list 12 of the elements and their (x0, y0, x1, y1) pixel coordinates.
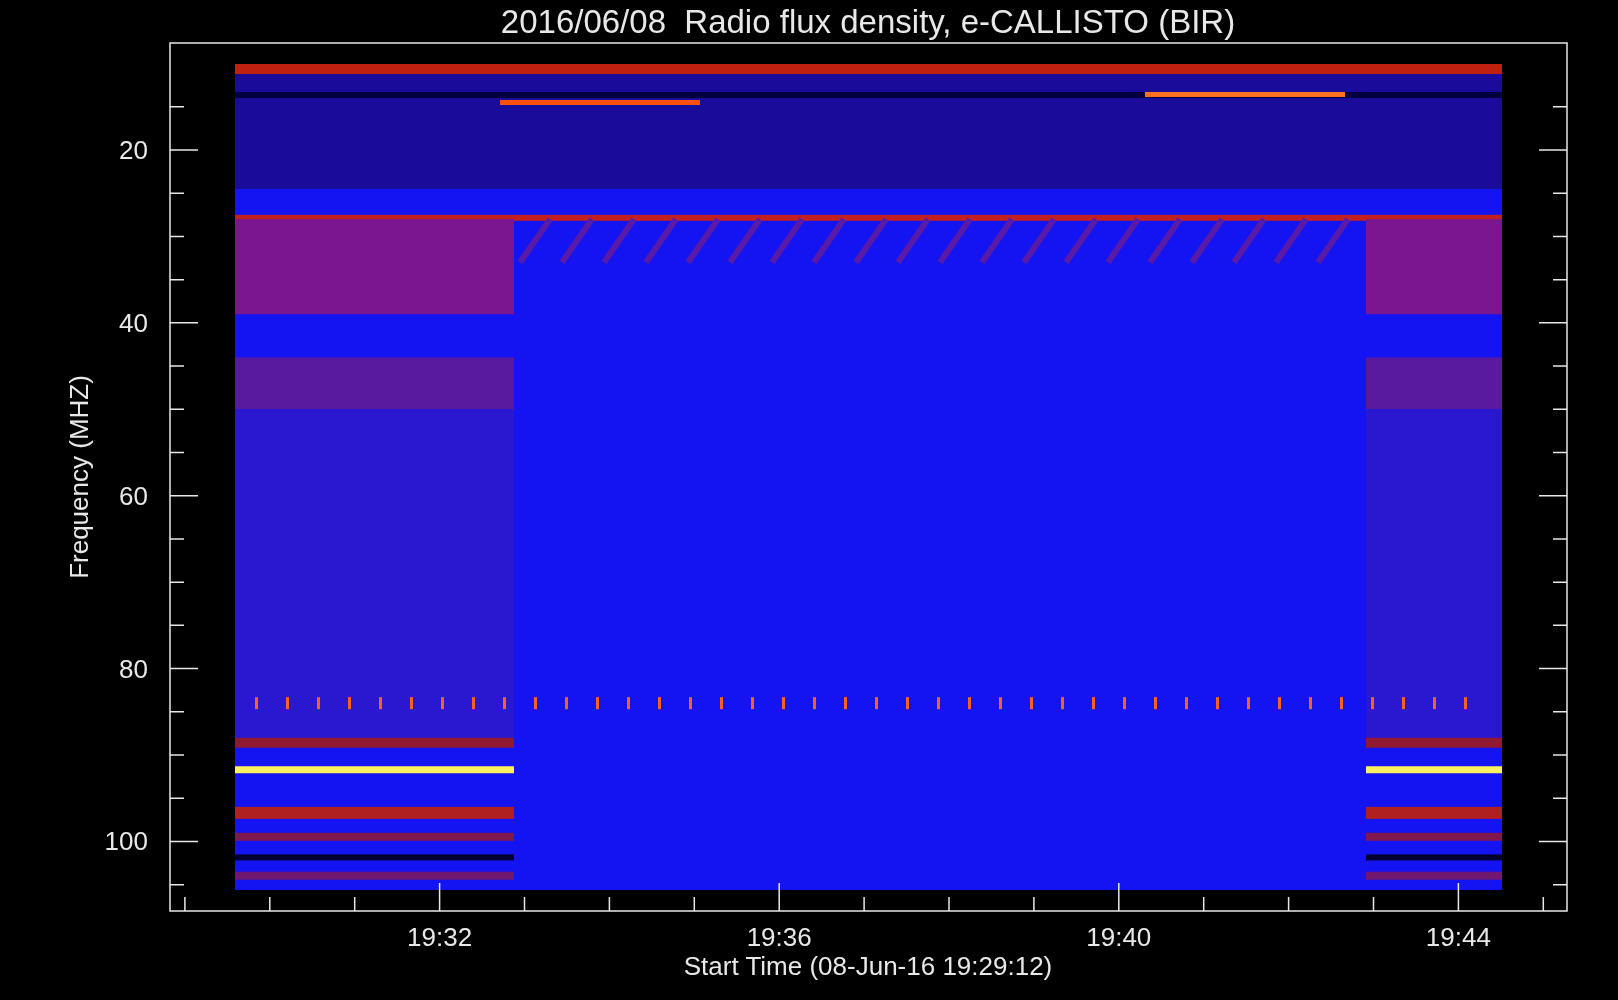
y-tick-label: 20 (119, 135, 148, 165)
chart-title: 2016/06/08 Radio flux density, e-CALLISTO (BIR) (500, 3, 1236, 40)
y-tick-label: 40 (119, 307, 148, 338)
x-tick-label: 19:32 (407, 922, 473, 952)
x-tick-label: 19:40 (1086, 922, 1152, 952)
y-tick-label: 60 (119, 480, 148, 511)
y-tick-label: 80 (119, 653, 148, 684)
y-tick-label: 100 (104, 826, 148, 857)
y-axis-title: Frequency (MHZ) (64, 375, 94, 579)
x-axis-title: Start Time (08-Jun-16 19:29:12) (683, 951, 1053, 981)
x-tick-label: 19:36 (746, 922, 812, 952)
x-tick-label: 19:44 (1425, 922, 1491, 952)
